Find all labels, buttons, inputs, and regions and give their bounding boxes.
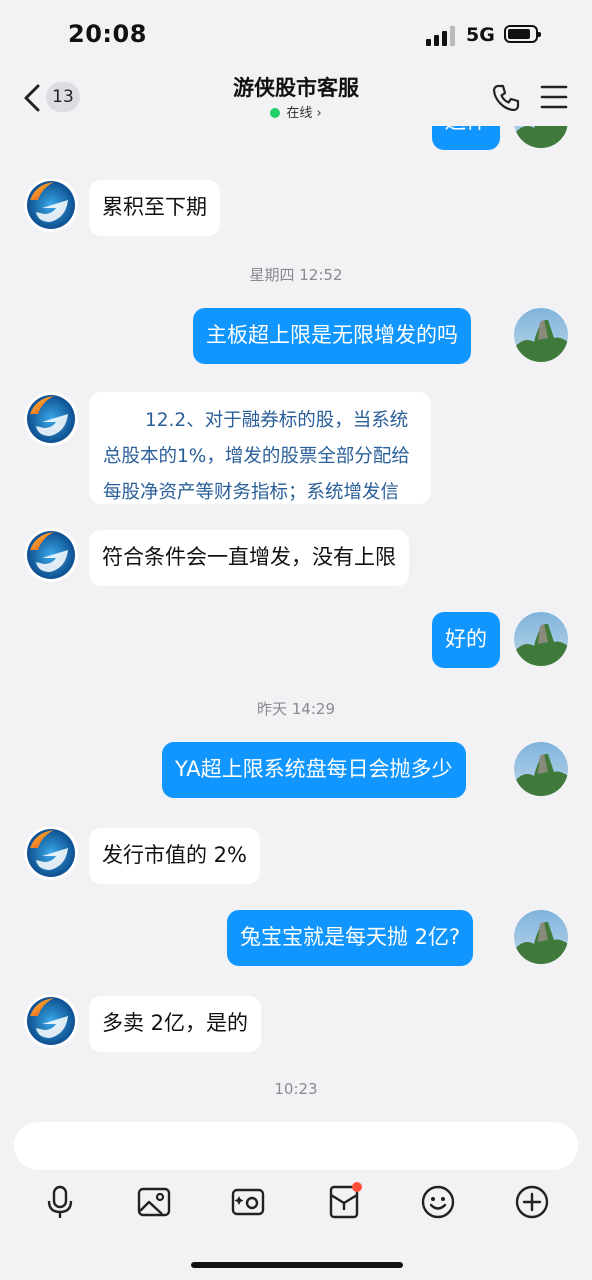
service-avatar[interactable] [24,392,78,446]
outgoing-message[interactable]: YA超上限系统盘每日会抛多少 [162,742,466,798]
document-text-line: 12.2、对于融券标的股，当系统 [145,410,409,431]
phone-icon[interactable] [490,82,522,114]
incoming-message[interactable]: 符合条件会一直增发，没有上限 [89,530,409,586]
incoming-message[interactable]: 多卖 2亿，是的 [89,996,262,1052]
microphone-icon[interactable] [40,1182,80,1222]
chevron-right-icon: › [316,106,322,121]
status-bar: 20:08 5G [0,0,592,70]
user-avatar[interactable] [514,612,568,666]
incoming-message[interactable]: 累积至下期 [89,180,220,236]
timestamp: 星期四 12:52 [249,266,343,284]
user-avatar[interactable] [514,126,568,148]
battery-icon [504,25,541,43]
status-time: 20:08 [68,20,147,48]
network-type: 5G [466,24,495,46]
plus-icon[interactable] [512,1182,552,1222]
online-status-label: 在线 [286,106,313,121]
message-input[interactable] [14,1122,578,1170]
signal-icon [426,26,458,46]
timestamp: 昨天 14:29 [257,700,335,718]
online-dot-icon [270,108,281,118]
chat-header: 13 游侠股市客服 在线 › [0,70,592,126]
service-avatar[interactable] [24,994,78,1048]
incoming-message[interactable]: 发行市值的 2% [89,828,260,884]
document-text-line: 每股净资产等财务指标；系统增发信 [103,482,400,503]
outgoing-message[interactable]: 送件 [432,126,500,150]
service-avatar[interactable] [24,826,78,880]
home-indicator[interactable] [191,1262,403,1268]
menu-icon[interactable] [540,84,568,110]
user-avatar[interactable] [514,910,568,964]
image-icon[interactable] [134,1182,174,1222]
document-image-message[interactable]: 12.2、对于融券标的股，当系统 总股本的1%，增发的股票全部分配给 每股净资产… [89,392,431,504]
outgoing-message[interactable]: 兔宝宝就是每天抛 2亿? [227,910,474,966]
user-avatar[interactable] [514,742,568,796]
camera-icon[interactable] [228,1182,268,1222]
input-area [0,1106,592,1280]
red-packet-icon[interactable] [324,1182,364,1222]
outgoing-message[interactable]: 主板超上限是无限增发的吗 [193,308,471,364]
service-avatar[interactable] [24,178,78,232]
user-avatar[interactable] [514,308,568,362]
notification-dot [352,1182,362,1192]
outgoing-message[interactable]: 好的 [432,612,500,668]
service-avatar[interactable] [24,528,78,582]
message-list[interactable]: 送件 累积至下期 星期四 12:52 主板超上限是无限增发的吗 12.2、对于融… [0,126,592,1106]
document-text-line: 总股本的1%，增发的股票全部分配给 [103,446,410,467]
timestamp: 10:23 [274,1080,318,1098]
emoji-icon[interactable] [418,1182,458,1222]
